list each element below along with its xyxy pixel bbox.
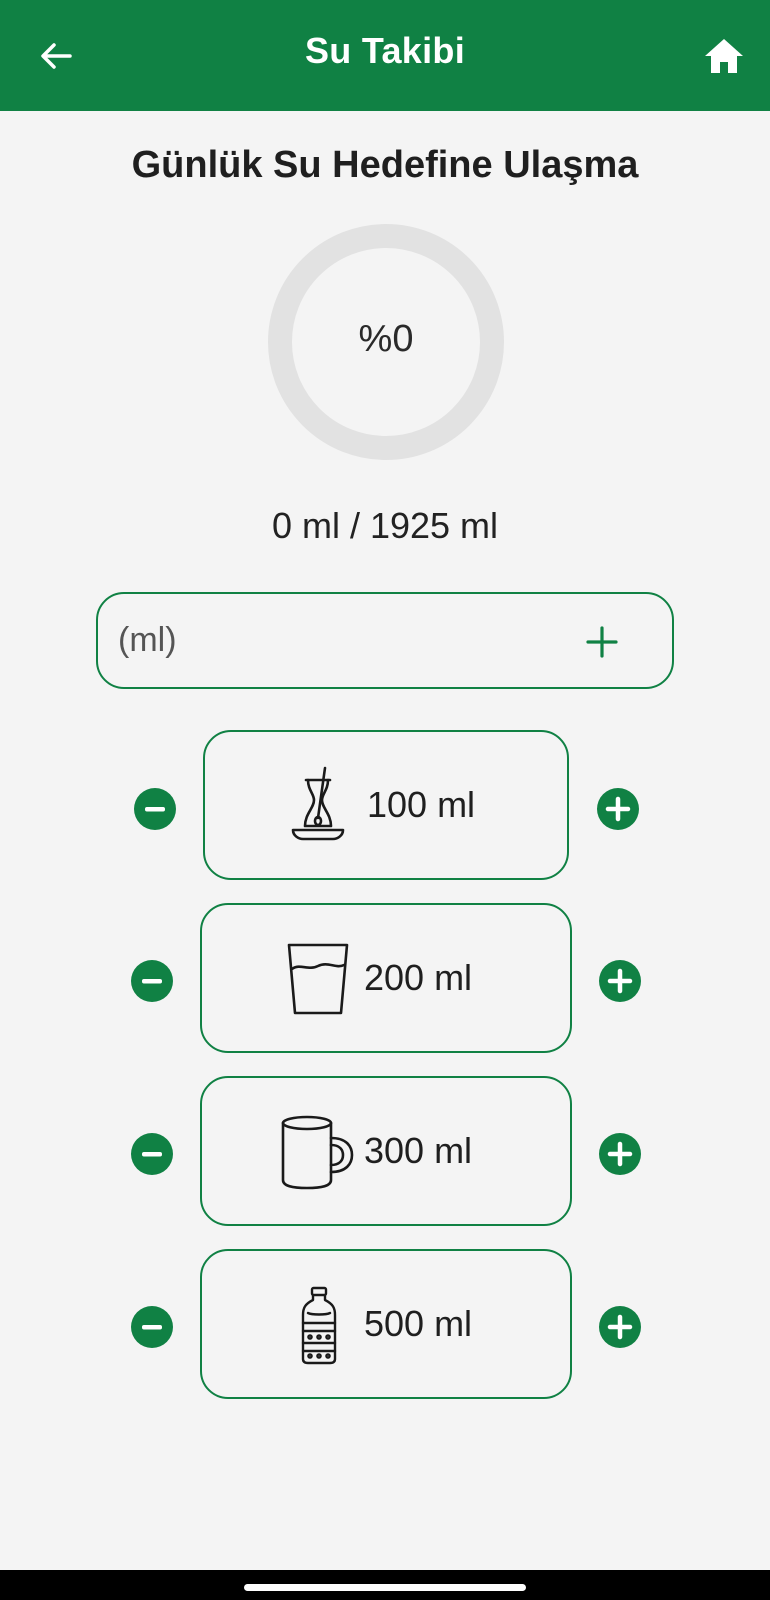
plus-circle-icon[interactable] bbox=[597, 788, 639, 830]
home-indicator[interactable] bbox=[244, 1584, 526, 1591]
minus-circle-icon[interactable] bbox=[131, 1133, 173, 1175]
plus-circle-icon[interactable] bbox=[599, 1306, 641, 1348]
preset-card[interactable]: 300 ml bbox=[200, 1076, 572, 1226]
preset-row-500: 500 ml bbox=[0, 1249, 770, 1399]
progress-summary: 0 ml / 1925 ml bbox=[271, 505, 499, 546]
plus-circle-icon[interactable] bbox=[599, 960, 641, 1002]
progress-percent: %0 bbox=[358, 318, 414, 360]
preset-card[interactable]: 100 ml bbox=[203, 730, 569, 880]
preset-row-100: 100 ml bbox=[0, 730, 770, 880]
home-icon[interactable] bbox=[702, 34, 746, 78]
minus-circle-icon[interactable] bbox=[131, 960, 173, 1002]
preset-amount: 200 ml bbox=[364, 957, 473, 998]
water-bottle-icon bbox=[294, 1285, 364, 1365]
plus-circle-icon[interactable] bbox=[599, 1133, 641, 1175]
page-title: Su Takibi bbox=[304, 30, 466, 71]
preset-card[interactable]: 500 ml bbox=[200, 1249, 572, 1399]
preset-amount: 300 ml bbox=[364, 1130, 473, 1171]
preset-amount: 100 ml bbox=[367, 784, 476, 825]
goal-heading: Günlük Su Hedefine Ulaşma bbox=[131, 144, 639, 186]
progress-ring: %0 bbox=[266, 222, 506, 462]
minus-circle-icon[interactable] bbox=[131, 1306, 173, 1348]
preset-amount: 500 ml bbox=[364, 1303, 473, 1344]
custom-amount-field bbox=[96, 592, 674, 689]
preset-row-200: 200 ml bbox=[0, 903, 770, 1053]
preset-row-300: 300 ml bbox=[0, 1076, 770, 1226]
tea-glass-icon bbox=[287, 766, 357, 846]
minus-circle-icon[interactable] bbox=[134, 788, 176, 830]
amount-input[interactable] bbox=[118, 612, 538, 668]
app-bar: Su Takibi bbox=[0, 0, 770, 111]
mug-icon bbox=[280, 1112, 354, 1192]
water-glass-icon bbox=[284, 939, 354, 1019]
plus-icon[interactable] bbox=[582, 622, 622, 662]
preset-card[interactable]: 200 ml bbox=[200, 903, 572, 1053]
